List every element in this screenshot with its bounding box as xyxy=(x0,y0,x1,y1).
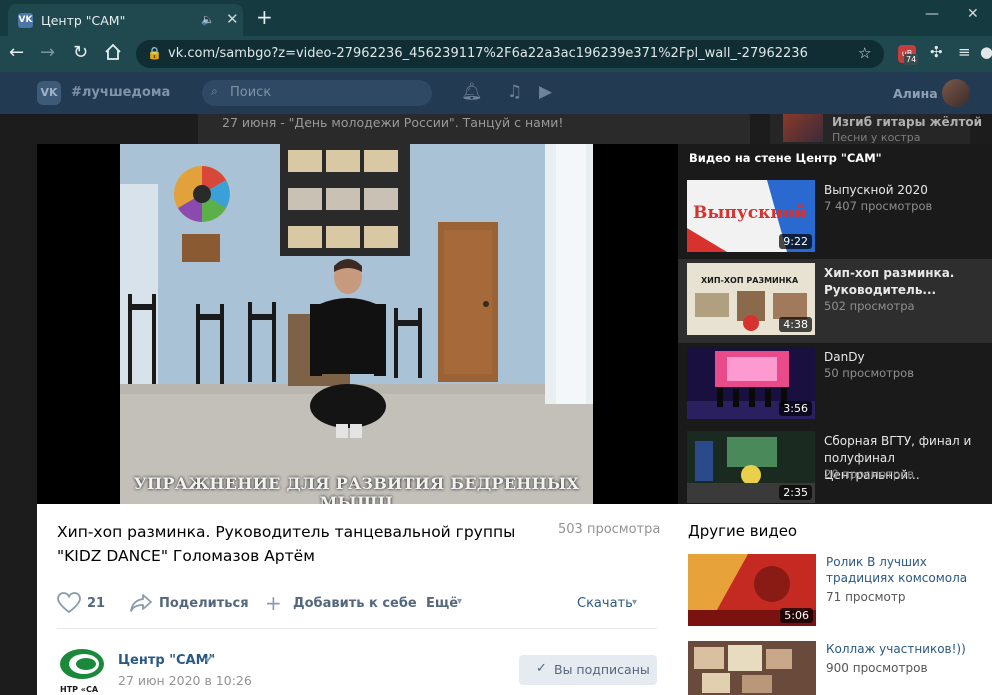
duration-badge: 9:22 xyxy=(779,234,812,249)
share-button[interactable]: Поделиться xyxy=(159,596,249,611)
playlist-item[interactable]: 3:56 DanDy 50 просмотров xyxy=(678,343,992,427)
window-close-icon[interactable]: ✕ xyxy=(967,6,979,22)
playlist-item-views: 20 просмотров xyxy=(824,467,914,481)
tab-title: Центр "САМ" xyxy=(41,13,126,28)
playlist-item-views: 50 просмотров xyxy=(824,366,914,380)
video-player[interactable]: УПРАЖНЕНИЕ ДЛЯ РАЗВИТИЯ БЕДРЕННЫХ МЫШЦ xyxy=(37,144,678,504)
add-to-my-videos-button[interactable]: Добавить к себе xyxy=(293,596,417,611)
playlist-thumb-text: Выпускной xyxy=(693,203,807,223)
playlist-item-active[interactable]: ХИП-ХОП РАЗМИНКА 4:38 Хип-хоп разминка. … xyxy=(678,259,992,343)
owner-avatar[interactable]: НТР «СА xyxy=(57,646,107,695)
bookmark-star-icon[interactable]: ☆ xyxy=(858,44,871,62)
close-tab-icon[interactable]: ✕ xyxy=(226,10,239,28)
profile-icon[interactable]: ● xyxy=(980,43,992,61)
forward-arrow-icon[interactable]: → xyxy=(40,42,55,63)
playlist-title: Видео на стене Центр "САМ" xyxy=(689,151,882,165)
dimmed-side-subtitle: Песни у костра xyxy=(832,131,921,144)
playlist-thumbnail[interactable]: Выпускной 9:22 xyxy=(687,180,815,252)
speaker-icon[interactable]: 🔈 xyxy=(201,13,215,26)
extensions-puzzle-icon[interactable]: ✣ xyxy=(930,43,943,61)
playlist-item-views: 7 407 просмотров xyxy=(824,199,933,213)
other-video-views: 900 просмотров xyxy=(826,661,928,675)
lock-icon: 🔒 xyxy=(147,46,162,60)
other-video-item[interactable]: 5:06 Ролик В лучших традициях комсомола … xyxy=(688,554,992,626)
user-name[interactable]: Алина xyxy=(893,86,938,101)
duration-badge: 2:35 xyxy=(779,485,812,500)
subscribed-label: Вы подписаны xyxy=(554,662,650,677)
other-video-name[interactable]: Коллаж участников!)) xyxy=(826,641,992,657)
owner-logo-text: НТР «СА xyxy=(60,685,99,694)
like-count[interactable]: 21 xyxy=(87,596,105,611)
post-date[interactable]: 27 июн 2020 в 10:26 xyxy=(118,673,252,688)
other-video-thumbnail[interactable]: 5:06 xyxy=(688,554,816,626)
owner-name-link[interactable]: Центр "САМ" xyxy=(118,653,215,668)
video-title: Хип-хоп разминка. Руководитель танцеваль… xyxy=(57,523,516,565)
more-button[interactable]: Ещё xyxy=(426,596,458,611)
minimize-icon[interactable]: — xyxy=(925,6,939,22)
home-icon[interactable] xyxy=(104,43,122,65)
browser-tab[interactable]: VK Центр "САМ" 🔈 ✕ xyxy=(8,4,243,36)
chevron-down-icon[interactable]: ▾ xyxy=(632,597,637,608)
subscribed-button[interactable]: ✓ Вы подписаны xyxy=(519,655,657,685)
header-hashtag[interactable]: #лучшедома xyxy=(71,85,170,100)
playlist-thumbnail[interactable]: ХИП-ХОП РАЗМИНКА 4:38 xyxy=(687,263,815,335)
playlist-thumb-text: ХИП-ХОП РАЗМИНКА xyxy=(701,276,799,285)
user-avatar[interactable] xyxy=(942,79,970,107)
verified-check-icon: ✔ xyxy=(204,652,215,667)
playlist-item-name[interactable]: DanDy xyxy=(824,349,980,366)
plus-icon[interactable]: + xyxy=(265,591,282,615)
dimmed-side-title: Изгиб гитары жёлтой xyxy=(832,115,983,129)
notifications-bell-icon[interactable]: 🔔︎ xyxy=(461,82,483,102)
duration-badge: 3:56 xyxy=(779,401,812,416)
video-frame[interactable] xyxy=(120,144,593,504)
playlist-item[interactable]: 2:35 Сборная ВГТУ, финал и полуфинал Цен… xyxy=(678,427,992,511)
dimmed-side-thumbnail xyxy=(783,114,823,142)
dimmed-post-text: 27 июня - "День молодежи России". Танцуй… xyxy=(222,115,564,130)
divider xyxy=(57,628,657,629)
duration-badge: 4:38 xyxy=(779,317,812,332)
playlist-item-name[interactable]: Выпускной 2020 xyxy=(824,182,980,199)
playlist-item-views: 502 просмотра xyxy=(824,299,915,313)
music-note-icon[interactable]: ♫ xyxy=(507,82,522,102)
playlist-thumbnail[interactable]: 3:56 xyxy=(687,347,815,419)
window-controls: — ✕ xyxy=(925,6,985,28)
check-icon: ✓ xyxy=(536,661,547,676)
other-video-item[interactable]: Коллаж участников!)) 900 просмотров xyxy=(688,641,992,695)
vk-logo-icon[interactable]: VK xyxy=(37,81,61,105)
chevron-down-icon[interactable]: ▾ xyxy=(457,596,462,607)
playlist-thumbnail[interactable]: 2:35 xyxy=(687,431,815,503)
media-queue-icon[interactable]: ≡ xyxy=(958,43,971,61)
search-icon: ⌕ xyxy=(211,84,218,98)
playlist-item-name[interactable]: Хип-хоп разминка. Руководитель... xyxy=(824,265,980,299)
vk-search-input[interactable]: ⌕ Поиск xyxy=(202,80,432,106)
ublock-extension-icon[interactable]: uB 74 xyxy=(898,45,919,65)
duration-badge: 5:06 xyxy=(780,608,813,623)
new-tab-icon[interactable]: + xyxy=(256,5,273,29)
video-play-icon[interactable]: ▶ xyxy=(539,82,552,102)
other-videos-title: Другие видео xyxy=(688,522,798,540)
download-button[interactable]: Скачать xyxy=(577,596,633,611)
other-video-views: 71 просмотр xyxy=(826,590,906,604)
share-arrow-icon[interactable] xyxy=(129,593,153,617)
extension-badge: 74 xyxy=(904,54,919,65)
url-text[interactable]: vk.com/sambgo?z=video-27962236_456239117… xyxy=(168,46,808,61)
heart-icon[interactable] xyxy=(57,592,81,618)
other-video-name[interactable]: Ролик В лучших традициях комсомола xyxy=(826,554,992,586)
vk-favicon-icon: VK xyxy=(18,13,33,28)
search-placeholder: Поиск xyxy=(230,85,272,100)
video-caption-overlay: УПРАЖНЕНИЕ ДЛЯ РАЗВИТИЯ БЕДРЕННЫХ МЫШЦ xyxy=(133,474,580,504)
playlist-item[interactable]: Выпускной 9:22 Выпускной 2020 7 407 прос… xyxy=(678,176,992,260)
address-bar[interactable]: 🔒 vk.com/sambgo?z=video-27962236_4562391… xyxy=(136,40,884,68)
video-view-count: 503 просмотра xyxy=(558,522,661,537)
back-arrow-icon[interactable]: ← xyxy=(9,42,24,63)
other-video-thumbnail[interactable] xyxy=(688,641,816,695)
reload-icon[interactable]: ↻ xyxy=(73,42,88,63)
